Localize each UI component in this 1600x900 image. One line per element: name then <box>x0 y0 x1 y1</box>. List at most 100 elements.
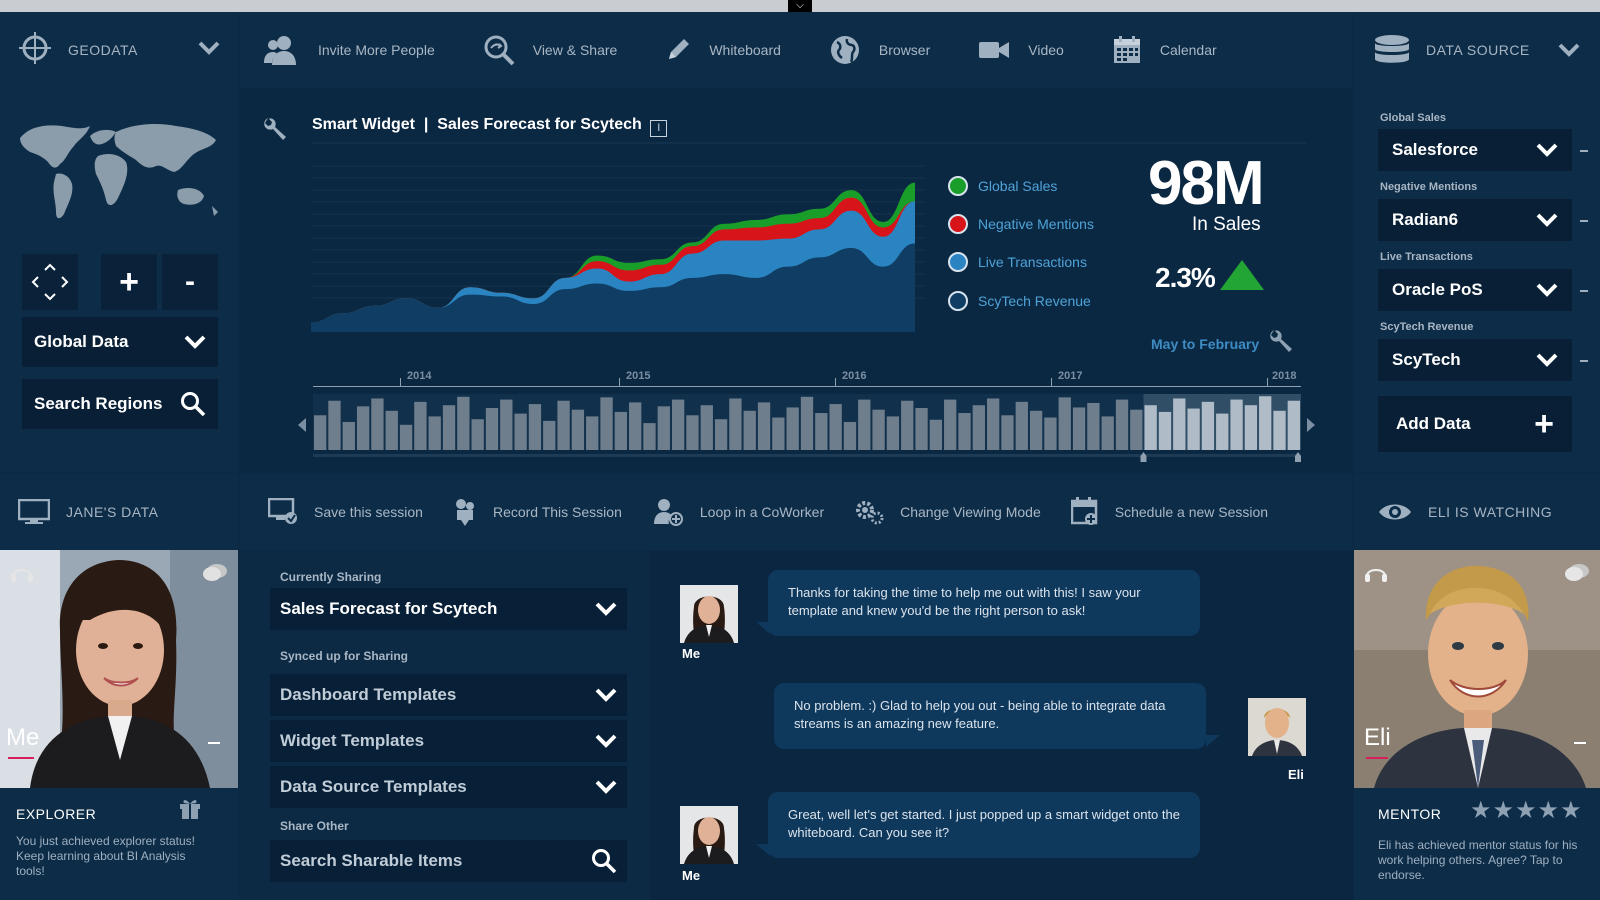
timeline-bar[interactable] <box>929 419 943 450</box>
add-data-button[interactable]: Add Data + <box>1378 396 1572 452</box>
region-select[interactable]: Global Data <box>22 317 218 367</box>
save-session-button[interactable]: Save this session <box>268 498 423 526</box>
plus-icon[interactable]: + <box>119 263 139 302</box>
timeline-bar[interactable] <box>314 415 327 450</box>
timeline-right-arrow[interactable] <box>1307 418 1315 432</box>
sales-area-chart[interactable] <box>311 160 925 338</box>
chat-bubble-icon[interactable] <box>202 562 228 584</box>
view-share-button[interactable]: View & Share <box>483 34 617 66</box>
timeline-bar[interactable] <box>614 411 628 450</box>
timeline-bar[interactable] <box>700 405 713 450</box>
timeline-bar[interactable] <box>500 399 513 450</box>
timeline-bar[interactable] <box>829 404 842 450</box>
timeline-bar[interactable] <box>872 409 885 450</box>
source-select-negative-mentions[interactable]: Radian6 <box>1378 199 1572 241</box>
headset-icon[interactable] <box>1364 562 1388 584</box>
search-regions-input[interactable]: Search Regions <box>22 379 218 429</box>
timeline-selection[interactable] <box>1143 394 1301 450</box>
timeline-bar[interactable] <box>356 406 370 450</box>
timeline-handle[interactable] <box>1140 452 1147 462</box>
legend-negative-mentions[interactable]: Negative Mentions <box>948 214 1094 234</box>
video-button[interactable]: Video <box>978 39 1064 61</box>
synced-item-widget-templates[interactable]: Widget Templates <box>270 720 627 762</box>
timeline-bar[interactable] <box>557 400 570 450</box>
timeline-bar[interactable] <box>786 407 799 450</box>
minimize-dash-icon[interactable] <box>208 742 220 744</box>
loop-coworker-button[interactable]: Loop in a CoWorker <box>652 498 824 526</box>
timeline-bar[interactable] <box>958 413 971 450</box>
timeline-bar[interactable] <box>414 401 427 450</box>
timeline-bar[interactable] <box>1115 399 1129 450</box>
timeline-bar[interactable] <box>586 416 599 450</box>
timeline-bar[interactable] <box>1001 415 1014 450</box>
legend-global-sales[interactable]: Global Sales <box>948 176 1057 196</box>
chevron-down-icon[interactable] <box>595 688 617 702</box>
geodata-header[interactable]: GEODATA <box>0 12 238 88</box>
timeline-bar[interactable] <box>328 400 341 450</box>
rating-stars[interactable]: ★★★★★ <box>1470 796 1583 825</box>
timeline-bar[interactable] <box>772 417 785 450</box>
gift-icon[interactable] <box>178 796 202 820</box>
chevron-down-icon[interactable] <box>184 335 206 349</box>
timeline-handle[interactable] <box>1295 452 1301 462</box>
schedule-session-button[interactable]: Schedule a new Session <box>1070 497 1268 527</box>
invite-people-button[interactable]: Invite More People <box>262 35 435 65</box>
world-map-icon[interactable] <box>16 116 222 228</box>
chevron-down-icon[interactable] <box>595 780 617 794</box>
legend-live-transactions[interactable]: Live Transactions <box>948 252 1087 272</box>
timeline-bar[interactable] <box>385 410 398 450</box>
zoom-out-button[interactable]: - <box>162 254 218 310</box>
timeline-bar[interactable] <box>886 416 900 450</box>
timeline-bar[interactable] <box>471 419 484 450</box>
timeline-bar[interactable] <box>714 419 728 450</box>
change-viewing-mode-button[interactable]: Change Viewing Mode <box>854 499 1041 525</box>
chevron-down-icon[interactable] <box>198 41 220 60</box>
timeline-bar[interactable] <box>399 424 413 450</box>
timeline-bar[interactable] <box>1072 407 1086 450</box>
jane-video-feed[interactable]: Me <box>0 550 238 788</box>
timeline-bar[interactable] <box>371 398 384 450</box>
timeline-bar[interactable] <box>1015 401 1028 450</box>
timeline-bar[interactable] <box>571 409 585 450</box>
timeline-bar[interactable] <box>843 422 857 450</box>
chevron-down-icon[interactable] <box>1536 353 1558 367</box>
timeline-bar[interactable] <box>457 396 470 450</box>
chat-bubble-icon[interactable] <box>1564 562 1590 584</box>
timeline-bar[interactable] <box>1087 402 1100 450</box>
synced-item-dashboard-templates[interactable]: Dashboard Templates <box>270 674 627 716</box>
source-select-global-sales[interactable]: Salesforce <box>1378 129 1572 171</box>
timeline-bar[interactable] <box>858 399 871 450</box>
search-icon[interactable] <box>180 391 206 417</box>
timeline-bar[interactable] <box>972 405 985 450</box>
timeline-bar[interactable] <box>643 423 656 450</box>
timeline-bar[interactable] <box>757 402 771 450</box>
chevron-down-icon[interactable] <box>595 602 617 616</box>
timeline-bar[interactable] <box>944 399 957 450</box>
chevron-down-icon[interactable] <box>1558 43 1580 57</box>
legend-scytech-revenue[interactable]: ScyTech Revenue <box>948 291 1091 311</box>
timeline-bar[interactable] <box>1058 397 1071 450</box>
eli-video-feed[interactable]: Eli <box>1354 550 1600 788</box>
timeline-scrubber[interactable] <box>313 394 1301 468</box>
eli-watching-header[interactable]: ELI IS WATCHING <box>1354 474 1600 550</box>
timeline-bar[interactable] <box>657 406 670 450</box>
pan-control[interactable] <box>22 254 78 310</box>
search-sharable-input[interactable]: Search Sharable Items <box>270 840 627 882</box>
timeline-bar[interactable] <box>600 397 613 450</box>
minimize-dash-icon[interactable] <box>1574 742 1586 744</box>
timeline-bar[interactable] <box>528 404 542 450</box>
browser-button[interactable]: Browser <box>829 34 930 66</box>
chevron-down-icon[interactable] <box>1536 213 1558 227</box>
wrench-icon[interactable] <box>1268 328 1294 354</box>
wrench-icon[interactable] <box>262 116 288 142</box>
collapse-dash-icon[interactable] <box>1580 150 1588 152</box>
janes-data-header[interactable]: JANE'S DATA <box>0 474 238 550</box>
timeline-bar[interactable] <box>342 422 355 450</box>
synced-item-data-source-templates[interactable]: Data Source Templates <box>270 766 627 808</box>
collapse-dash-icon[interactable] <box>1580 220 1588 222</box>
timeline-bar[interactable] <box>1130 409 1143 450</box>
timeline-left-arrow[interactable] <box>298 418 306 432</box>
source-select-scytech-revenue[interactable]: ScyTech <box>1378 339 1572 381</box>
zoom-in-button[interactable]: + <box>101 254 157 310</box>
timeline-bar[interactable] <box>686 415 699 450</box>
